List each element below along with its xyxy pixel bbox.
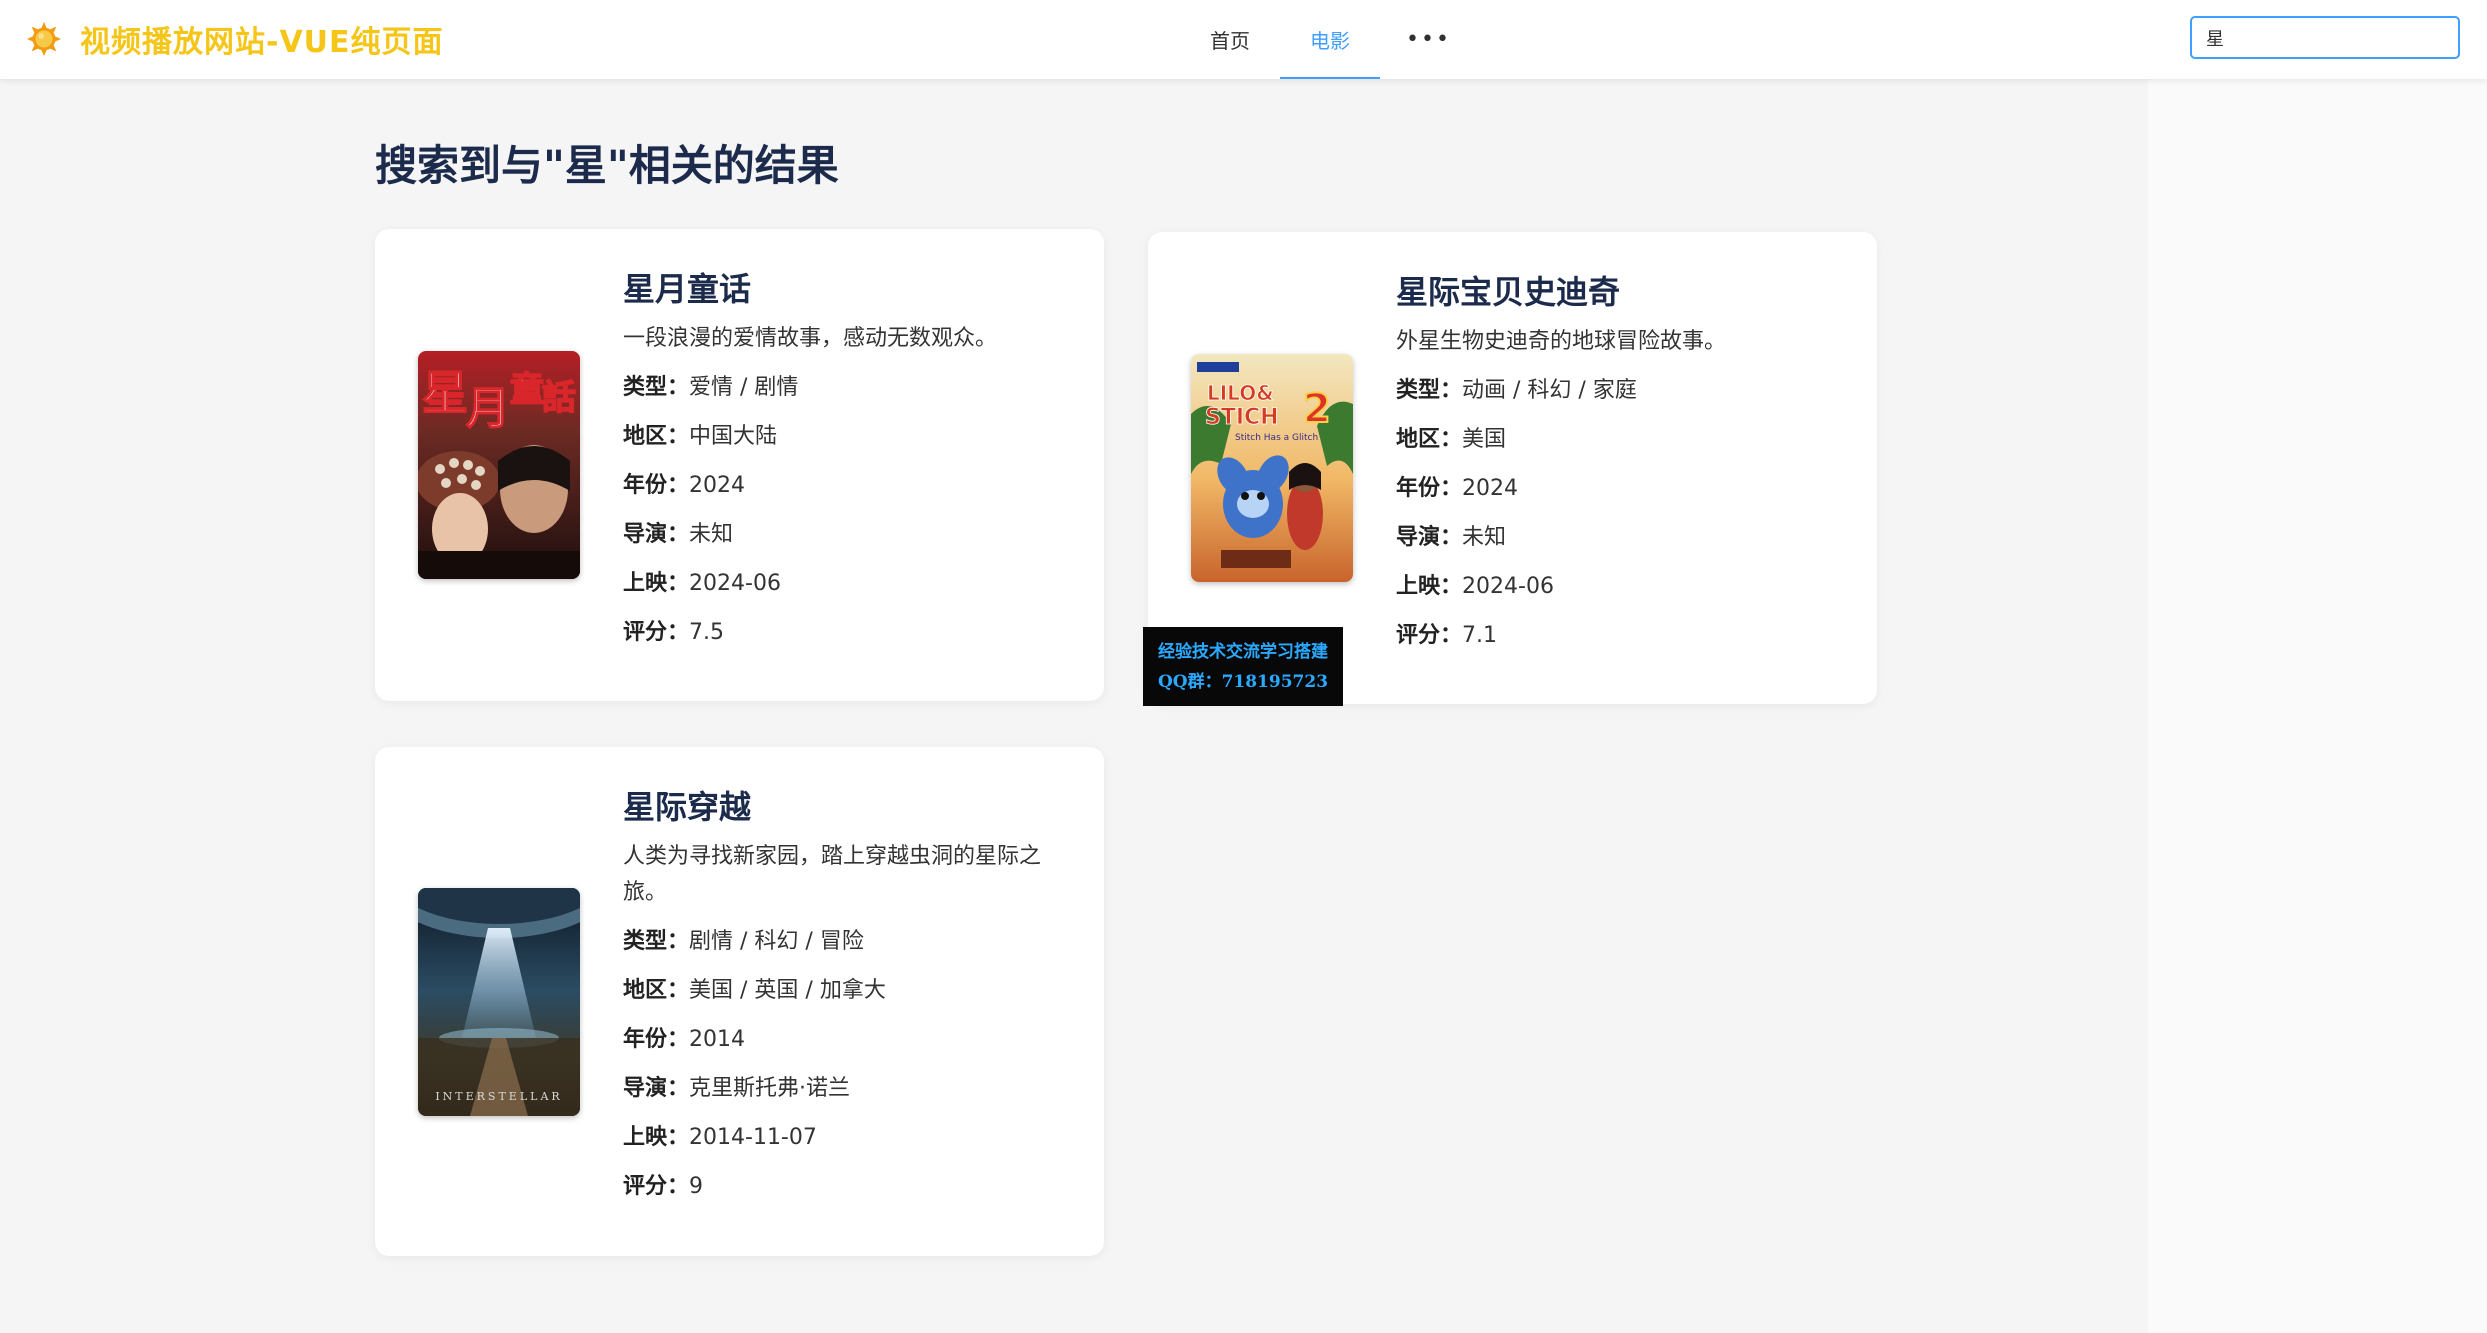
movie-type: 类型：爱情 / 剧情 <box>623 375 799 400</box>
movie-description: 外星生物史迪奇的地球冒险故事。 <box>1396 329 1727 354</box>
movie-rating: 评分：7.5 <box>623 620 725 645</box>
svg-text:月: 月 <box>466 383 510 434</box>
main-nav: 首页 电影 ••• <box>1180 0 1477 79</box>
page-right-gutter <box>2148 79 2487 1333</box>
movie-title[interactable]: 星月童话 <box>623 261 1073 317</box>
svg-text:2: 2 <box>1303 386 1331 432</box>
nav-item-home[interactable]: 首页 <box>1180 0 1280 79</box>
svg-text:星: 星 <box>422 366 468 420</box>
watermark-line: 经验技术交流学习搭建 <box>1158 641 1328 662</box>
movie-release: 上映：2024-06 <box>1396 574 1554 599</box>
movie-region: 地区：美国 / 英国 / 加拿大 <box>623 978 886 1003</box>
movie-card[interactable]: INTERSTELLAR 星际穿越 人类为寻找新家园，踏上穿越虫洞的星际之旅。 … <box>375 747 1104 1256</box>
movie-title[interactable]: 星际宝贝史迪奇 <box>1396 264 1846 320</box>
site-title[interactable]: 视频播放网站-VUE纯页面 <box>80 17 444 61</box>
more-horizontal-icon[interactable]: ••• <box>1380 0 1477 79</box>
svg-text:話: 話 <box>542 378 576 418</box>
qq-group-watermark: 经验技术交流学习搭建 QQ群：718195723 <box>1143 627 1343 706</box>
movie-info: 星际穿越 人类为寻找新家园，踏上穿越虫洞的星际之旅。 类型：剧情 / 科幻 / … <box>623 779 1073 1205</box>
movie-card[interactable]: 星 月 童 話 星月童话 一段浪漫的爱情故事，感动无数观众。 类型：爱情 / 剧… <box>375 229 1104 701</box>
sun-logo-icon[interactable] <box>25 20 63 58</box>
page-title: 搜索到与"星"相关的结果 <box>375 141 839 190</box>
movie-year: 年份：2024 <box>623 473 746 498</box>
movie-director: 导演：未知 <box>623 522 734 547</box>
movie-release: 上映：2014-11-07 <box>623 1125 817 1150</box>
top-nav-bar: 视频播放网站-VUE纯页面 首页 电影 ••• <box>0 0 2487 79</box>
movie-region: 地区：美国 <box>1396 427 1507 452</box>
movie-poster[interactable]: 星 月 童 話 <box>418 351 580 579</box>
svg-text:Stitch Has a Glitch: Stitch Has a Glitch <box>1235 433 1318 443</box>
movie-title[interactable]: 星际穿越 <box>623 779 1073 835</box>
movie-poster[interactable]: LILO& STICH 2 Stitch Has a Glitch <box>1191 354 1353 582</box>
watermark-line: QQ群：718195723 <box>1157 671 1329 692</box>
movie-description: 人类为寻找新家园，踏上穿越虫洞的星际之旅。 <box>623 844 1042 905</box>
movie-director: 导演：未知 <box>1396 525 1507 550</box>
movie-director: 导演：克里斯托弗·诺兰 <box>623 1076 851 1101</box>
svg-text:STICH: STICH <box>1205 405 1279 430</box>
movie-release: 上映：2024-06 <box>623 571 781 596</box>
movie-rating: 评分：9 <box>623 1174 704 1199</box>
nav-item-movies[interactable]: 电影 <box>1280 0 1380 79</box>
movie-description: 一段浪漫的爱情故事，感动无数观众。 <box>623 326 998 351</box>
movie-region: 地区：中国大陆 <box>623 424 778 449</box>
movie-info: 星际宝贝史迪奇 外星生物史迪奇的地球冒险故事。 类型：动画 / 科幻 / 家庭 … <box>1396 264 1846 654</box>
search-input[interactable] <box>2190 16 2460 59</box>
svg-text:INTERSTELLAR: INTERSTELLAR <box>435 1090 562 1103</box>
movie-type: 类型：剧情 / 科幻 / 冒险 <box>623 929 864 954</box>
movie-info: 星月童话 一段浪漫的爱情故事，感动无数观众。 类型：爱情 / 剧情 地区：中国大… <box>623 261 1073 651</box>
svg-text:童: 童 <box>510 370 544 410</box>
movie-type: 类型：动画 / 科幻 / 家庭 <box>1396 378 1637 403</box>
movie-poster[interactable]: INTERSTELLAR <box>418 888 580 1116</box>
movie-year: 年份：2014 <box>623 1027 746 1052</box>
movie-year: 年份：2024 <box>1396 476 1519 501</box>
movie-rating: 评分：7.1 <box>1396 623 1498 648</box>
svg-text:LILO&: LILO& <box>1207 381 1274 405</box>
